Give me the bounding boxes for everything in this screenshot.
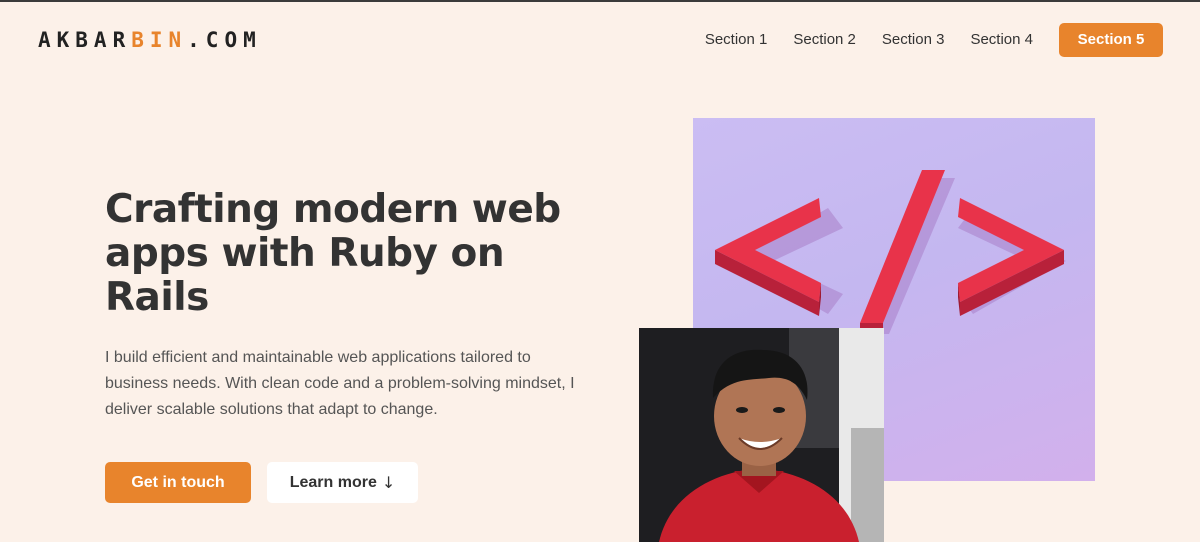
- learn-more-label: Learn more: [289, 473, 377, 491]
- nav-section-5-button[interactable]: Section 5: [1059, 23, 1163, 57]
- nav-section-2[interactable]: Section 2: [793, 23, 856, 57]
- nav-section-1[interactable]: Section 1: [705, 23, 768, 57]
- nav-section-3[interactable]: Section 3: [882, 23, 945, 57]
- logo-text-3: .COM: [187, 28, 262, 52]
- hero-description: I build efficient and maintainable web a…: [105, 349, 575, 418]
- person-photo-icon: [639, 328, 884, 542]
- get-in-touch-label: Get in touch: [131, 473, 225, 491]
- site-logo[interactable]: AKBARBIN.COM: [38, 28, 262, 52]
- get-in-touch-button[interactable]: Get in touch: [105, 462, 251, 503]
- top-border: [0, 0, 1200, 2]
- logo-text-1: AKBAR: [38, 28, 132, 52]
- main-nav: Section 1 Section 2 Section 3 Section 4 …: [679, 23, 1163, 57]
- portrait-photo: [639, 328, 884, 542]
- learn-more-button[interactable]: Learn more ↓: [267, 462, 418, 503]
- logo-text-accent: BIN: [131, 28, 188, 52]
- hero-title: Crafting modern web apps with Ruby on Ra…: [105, 187, 561, 320]
- arrow-down-icon: ↓: [381, 473, 396, 492]
- nav-section-4[interactable]: Section 4: [970, 23, 1033, 57]
